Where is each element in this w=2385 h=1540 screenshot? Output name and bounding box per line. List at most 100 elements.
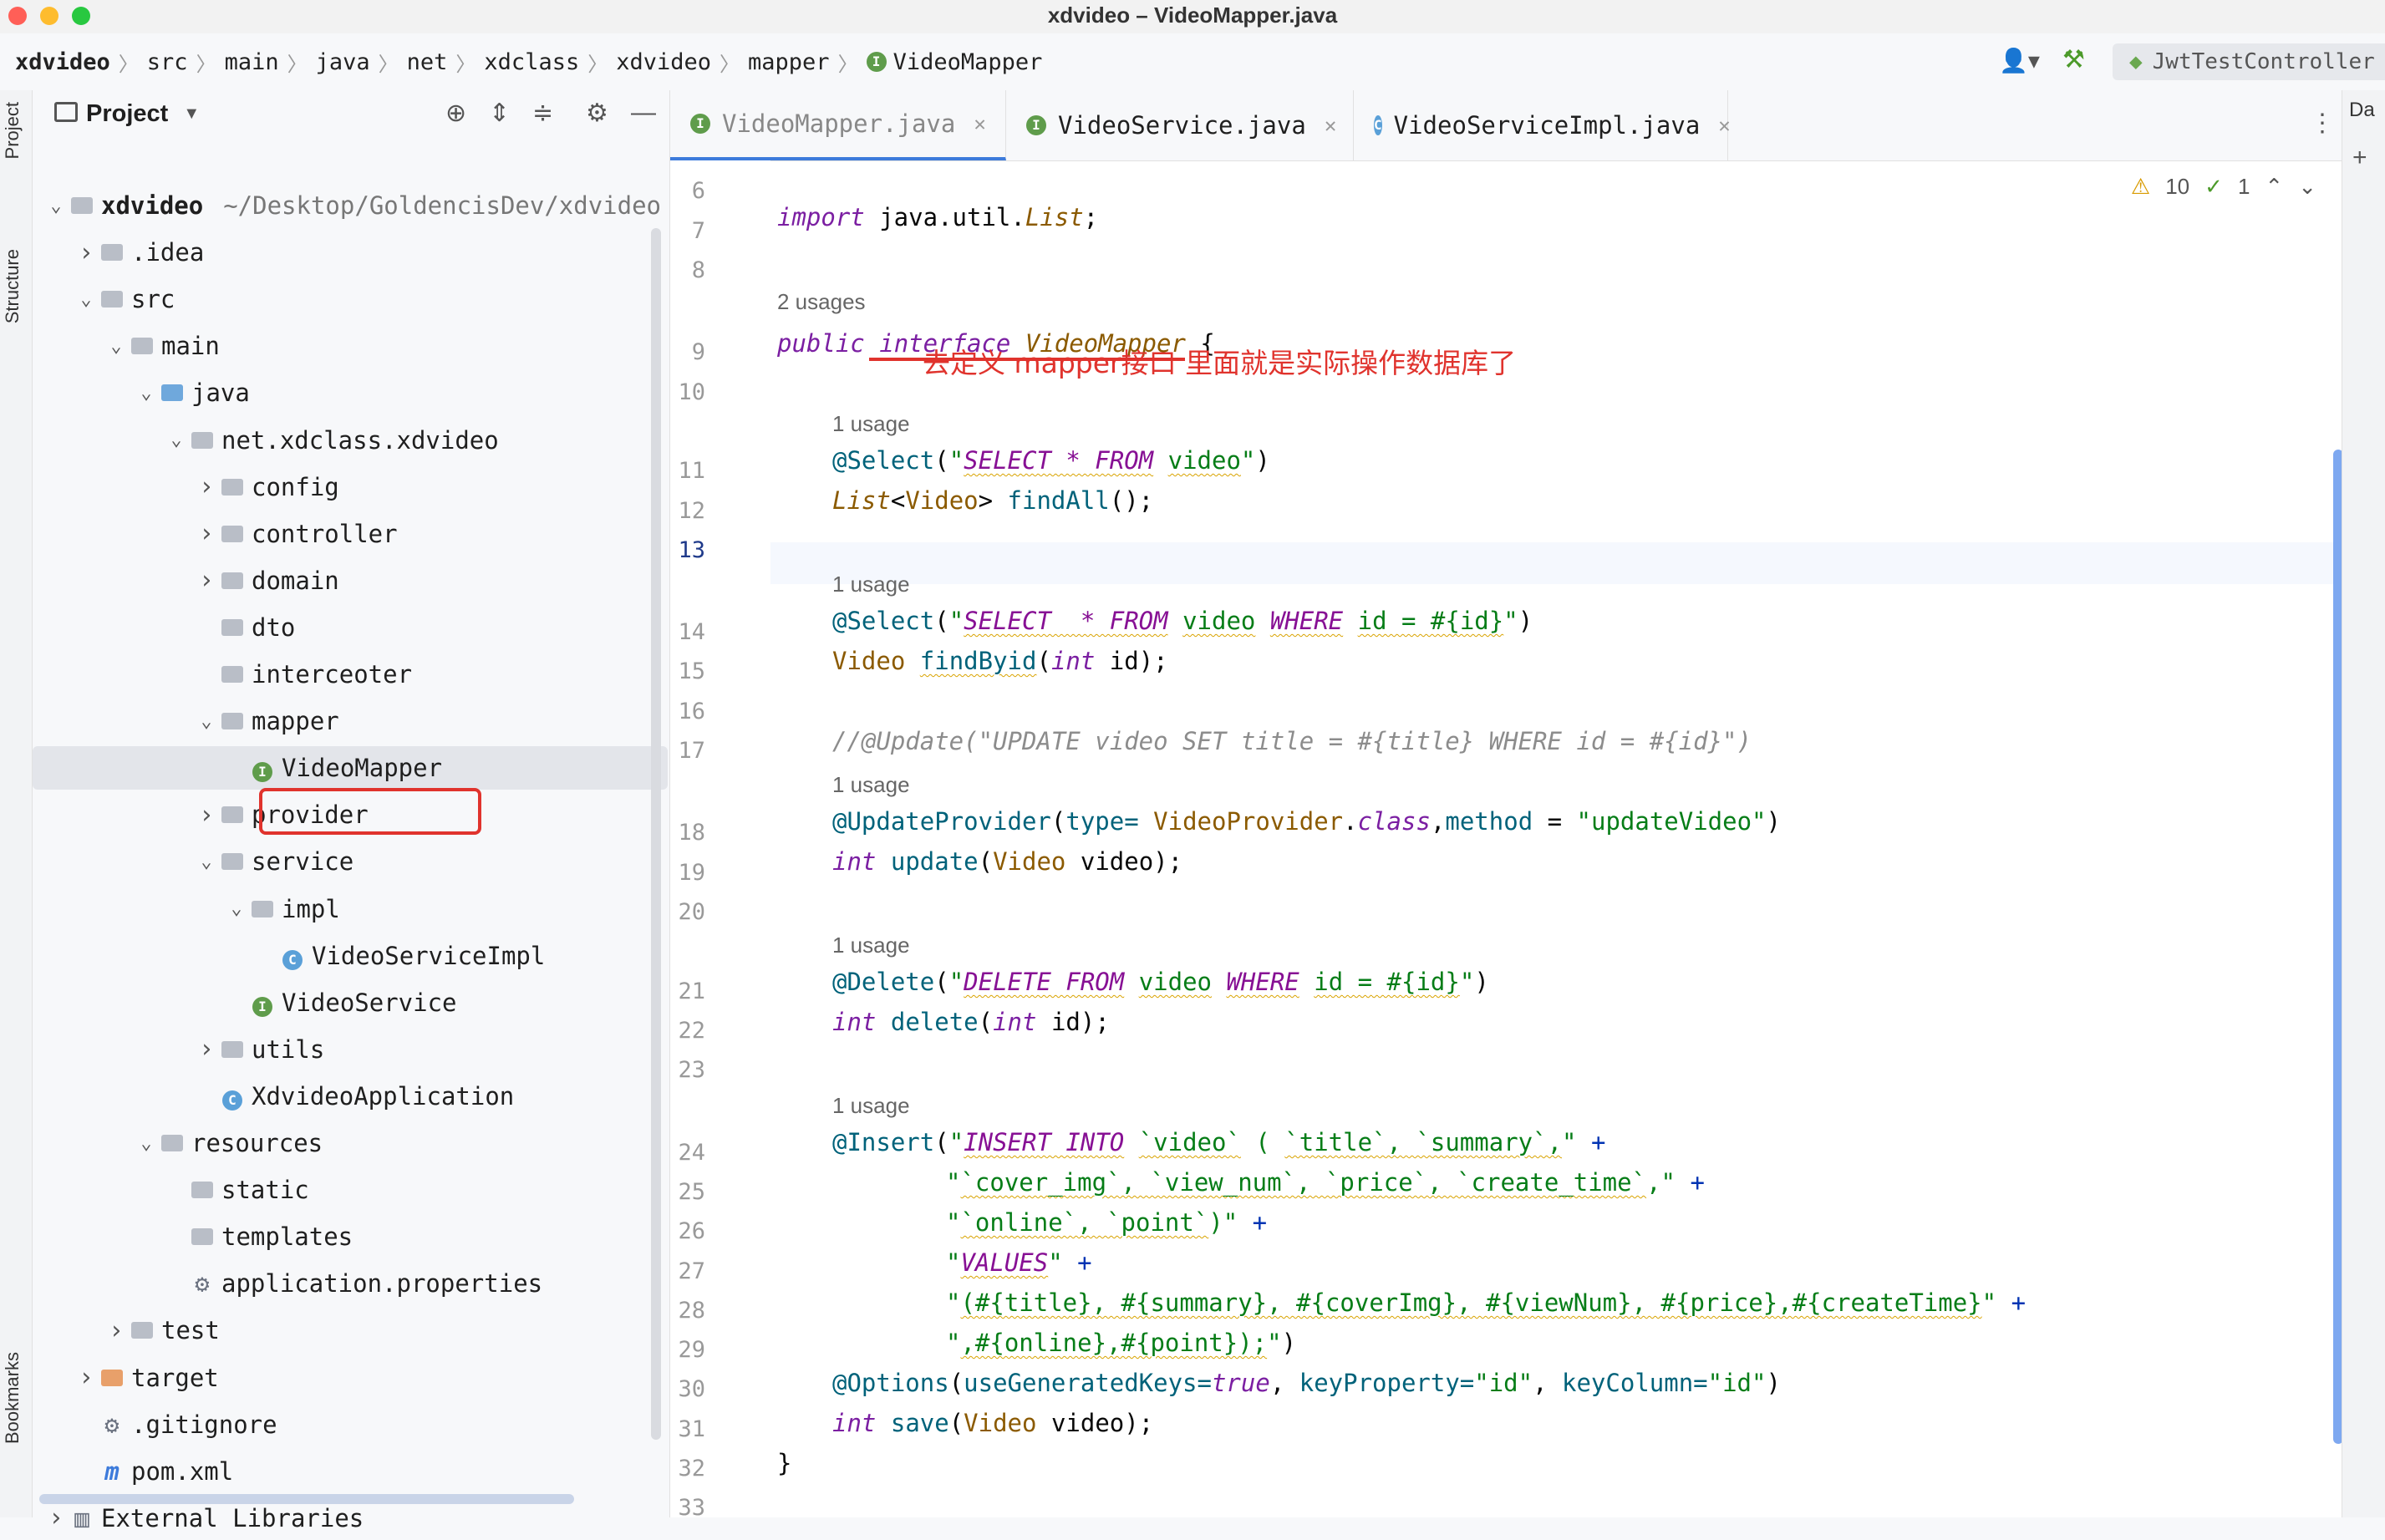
expand-all-icon[interactable]: ⇕ [489,99,510,128]
code-line-19[interactable]: int update(Video video); [832,847,1182,876]
chevron-right-icon[interactable]: › [195,800,218,830]
chevron-up-icon[interactable]: ⌃ [2265,174,2283,200]
usage-hint[interactable]: 1 usage [832,772,910,798]
tree-item[interactable]: › .idea [33,231,668,274]
tree-item[interactable]: ⌄ mapper [33,699,668,743]
code-line-15[interactable]: Video findByid(int id); [832,647,1168,675]
bookmarks-tool-tab[interactable]: Bookmarks [2,1352,23,1444]
breadcrumb-item[interactable]: mapper [748,49,830,75]
tree-item[interactable]: templates [33,1215,668,1258]
close-icon[interactable]: ✕ [1718,114,1730,137]
code-line-31[interactable]: int save(Video video); [832,1409,1153,1437]
usage-hint[interactable]: 1 usage [832,572,910,597]
code-line-12[interactable]: List<Video> findAll(); [832,486,1153,515]
breadcrumb-item[interactable]: xdclass [484,49,579,75]
structure-tool-tab[interactable]: Structure [2,249,23,323]
tree-item[interactable]: ⌄ main [33,324,668,368]
tree-item[interactable]: ⚙ application.properties [33,1262,668,1305]
chevron-down-icon[interactable]: ⌄ [195,711,218,732]
chevron-down-icon[interactable]: ⌄ [135,383,158,404]
tab-videoservice[interactable]: I VideoService.java ✕ [1006,90,1354,160]
code-line-18[interactable]: @UpdateProvider(type= VideoProvider.clas… [832,807,1781,836]
code-line-22[interactable]: int delete(int id); [832,1008,1110,1036]
code-line-32[interactable]: } [777,1449,791,1477]
tree-item[interactable]: ⌄ java [33,371,668,414]
chevron-down-icon[interactable]: ⌄ [2298,174,2316,200]
tree-item[interactable]: dto [33,606,668,649]
chevron-right-icon[interactable]: › [195,519,218,548]
code-line-27[interactable]: "VALUES" + [946,1248,1092,1277]
account-icon[interactable]: 👤▾ [1999,47,2040,74]
code-line-30[interactable]: @Options(useGeneratedKeys=true, keyPrope… [832,1369,1781,1397]
chevron-right-icon[interactable]: › [195,1034,218,1064]
breadcrumb-item[interactable]: VideoMapper [893,49,1043,75]
tree-item[interactable]: › test [33,1309,668,1352]
tree-item[interactable]: ⌄ resources [33,1121,668,1165]
chevron-down-icon[interactable]: ⌄ [165,429,188,450]
tree-item[interactable]: › utils [33,1028,668,1071]
chevron-right-icon[interactable]: › [195,472,218,501]
chevron-down-icon[interactable]: ⌄ [135,1133,158,1154]
more-tabs-icon[interactable]: ⋮ [2310,109,2335,138]
breadcrumb-item[interactable]: xdvideo [15,49,110,75]
tree-item[interactable]: ⚙ .gitignore [33,1403,668,1446]
chevron-down-icon[interactable]: ⌄ [225,898,248,919]
code-line-14[interactable]: @Select("SELECT * FROM video WHERE id = … [832,607,1533,635]
tree-item[interactable]: m pom.xml [33,1450,668,1493]
database-tool-tab[interactable]: Da [2349,99,2375,122]
tree-item[interactable]: ⌄ impl [33,887,668,931]
tree-item[interactable]: ⌄ src [33,277,668,321]
close-icon[interactable]: ✕ [974,112,985,135]
tree-item[interactable]: ⌄ xdvideo ~/Desktop/GoldencisDev/xdvideo [33,184,668,227]
project-tool-tab[interactable]: Project [2,102,23,159]
usage-hint[interactable]: 1 usage [832,411,910,437]
inspection-widget[interactable]: ⚠ 10 ✓ 1 ⌃ ⌄ [2131,174,2316,200]
tree-item[interactable]: interceoter [33,653,668,696]
hide-panel-icon[interactable]: — [631,99,656,127]
tree-item[interactable]: › config [33,465,668,509]
tree-item[interactable]: › domain [33,559,668,602]
tree-horizontal-scrollbar[interactable] [39,1494,574,1504]
add-icon[interactable]: + [2352,144,2367,172]
tree-item[interactable]: › target [33,1356,668,1400]
collapse-all-icon[interactable]: ≑ [532,99,553,128]
chevron-down-icon[interactable]: ⌄ [195,851,218,872]
usage-hint[interactable]: 1 usage [832,1093,910,1119]
breadcrumb-item[interactable]: net [407,49,448,75]
tab-videomapper[interactable]: I VideoMapper.java ✕ [670,90,1006,160]
code-line-25[interactable]: "`cover_img`, `view_num`, `price`, `crea… [946,1168,1705,1197]
chevron-down-icon[interactable]: ⌄ [104,336,128,357]
chevron-down-icon[interactable]: ⌄ [44,196,68,216]
run-configuration-selector[interactable]: ◆ JwtTestController [2113,43,2385,80]
tree-item[interactable]: I VideoService [33,981,668,1024]
code-line-11[interactable]: @Select("SELECT * FROM video") [832,446,1270,475]
tree-item[interactable]: C XdvideoApplication [33,1075,668,1118]
build-hammer-icon[interactable]: ⚒ [2062,45,2085,74]
tree-item[interactable]: static [33,1168,668,1212]
chevron-right-icon[interactable]: › [74,238,98,267]
breadcrumb-item[interactable]: src [147,49,188,75]
code-line-29[interactable]: ",#{online},#{point});") [946,1329,1296,1357]
usage-hint[interactable]: 1 usage [832,933,910,958]
locate-icon[interactable]: ⊕ [445,99,466,128]
tree-item[interactable]: ⌄ service [33,840,668,883]
chevron-right-icon[interactable]: › [74,1363,98,1392]
code-line-21[interactable]: @Delete("DELETE FROM video WHERE id = #{… [832,968,1489,996]
chevron-right-icon[interactable]: › [104,1316,128,1345]
chevron-right-icon[interactable]: › [44,1503,68,1532]
tree-item[interactable]: › controller [33,512,668,556]
tree-item[interactable]: C VideoServiceImpl [33,934,668,978]
gear-icon[interactable]: ⚙ [586,99,608,128]
code-line-24[interactable]: @Insert("INSERT INTO `video` ( `title`, … [832,1128,1605,1156]
code-line-26[interactable]: "`online`, `point`)" + [946,1208,1267,1237]
usages-hint[interactable]: 2 usages [777,289,866,315]
breadcrumb-item[interactable]: main [225,49,279,75]
breadcrumb-item[interactable]: xdvideo [616,49,711,75]
breadcrumb-item[interactable]: java [316,49,370,75]
close-icon[interactable]: ✕ [1325,114,1336,137]
chevron-down-icon[interactable]: ⌄ [74,289,98,310]
project-panel-title[interactable]: Project [86,100,168,128]
code-line-28[interactable]: "(#{title}, #{summary}, #{coverImg}, #{v… [946,1288,2026,1317]
code-line-17[interactable]: //@Update("UPDATE video SET title = #{ti… [832,727,1752,755]
chevron-down-icon[interactable]: ▼ [183,104,200,124]
